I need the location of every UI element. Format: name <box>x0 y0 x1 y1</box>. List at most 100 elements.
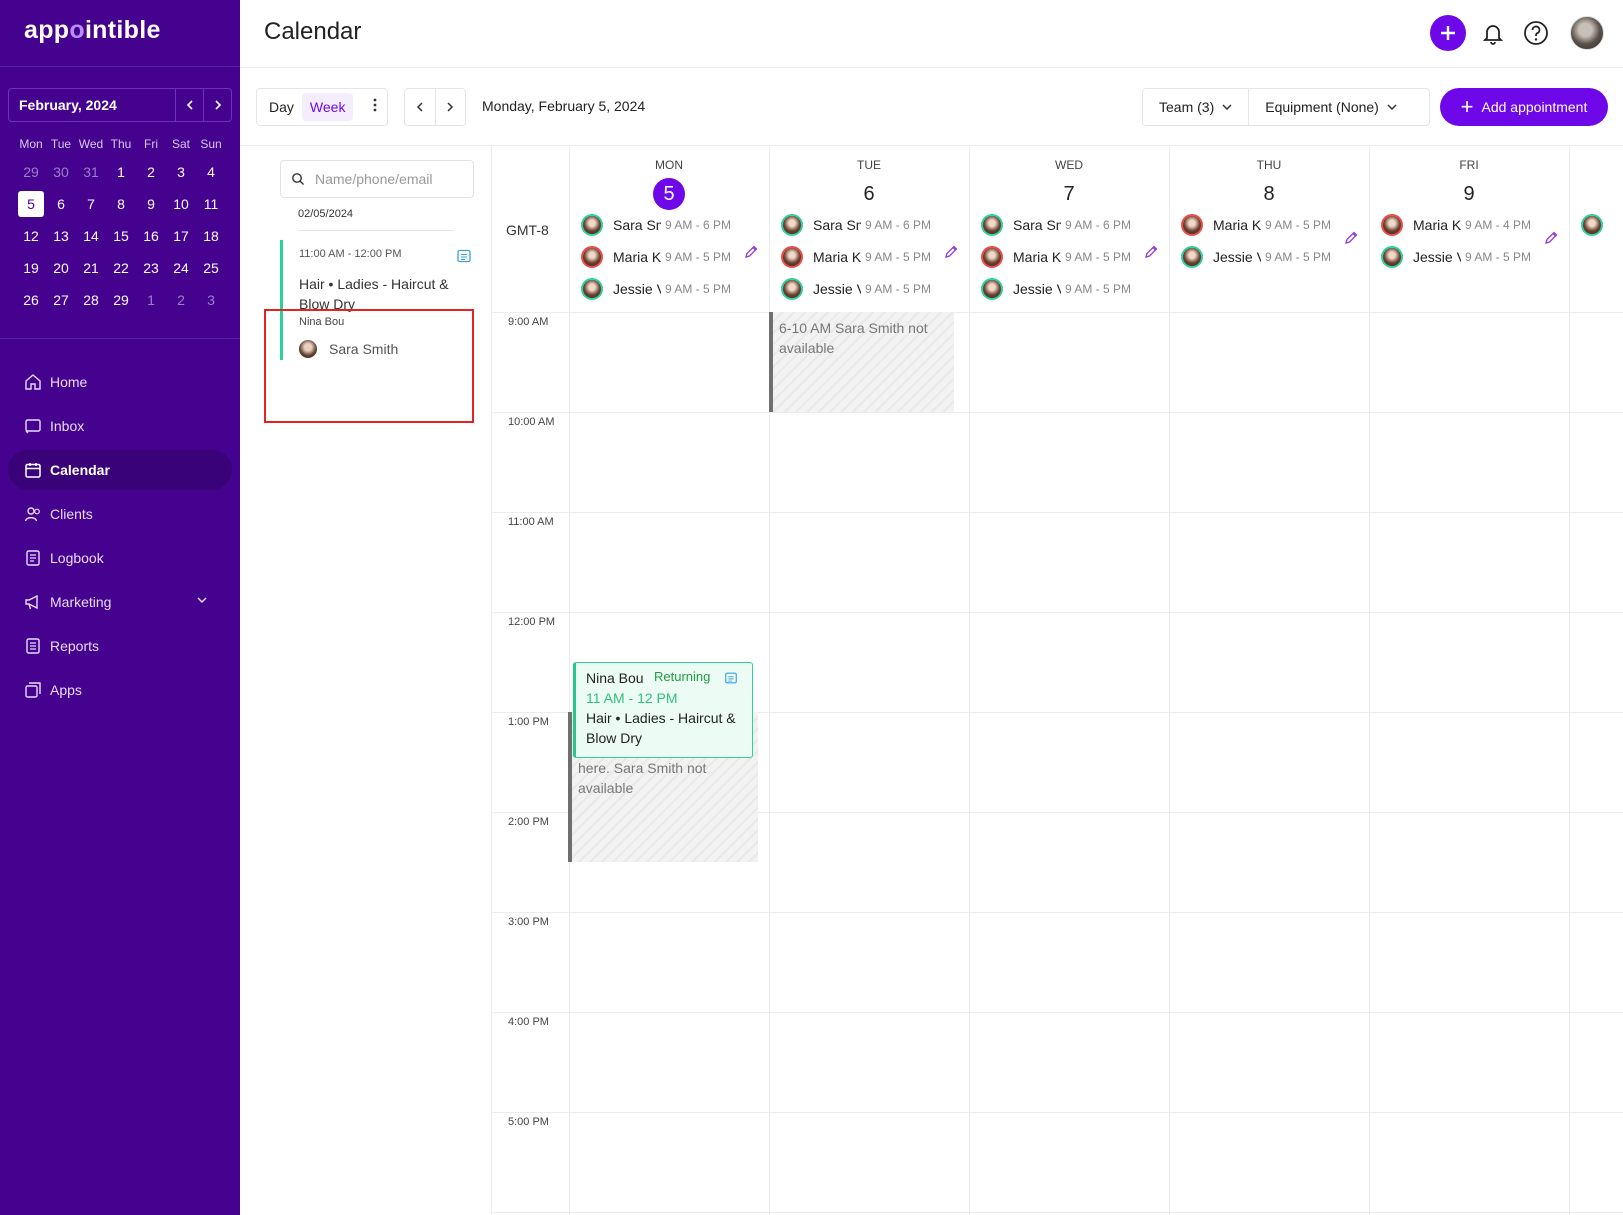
mini-calendar-month[interactable]: February, 2024 <box>19 97 117 113</box>
mini-calendar-day[interactable]: 29 <box>106 292 136 308</box>
view-day-button[interactable]: Day <box>261 93 302 121</box>
user-avatar[interactable] <box>1570 16 1604 50</box>
mini-calendar-day[interactable]: 11 <box>196 196 226 212</box>
appointment-card[interactable]: 11:00 AM - 12:00 PM Hair • Ladies - Hair… <box>280 240 476 360</box>
mini-calendar-day[interactable]: 28 <box>76 292 106 308</box>
mini-calendar-day[interactable]: 2 <box>166 292 196 308</box>
calendar-toolbar: Day Week Monday, February 5, 2024 Team (… <box>240 68 1623 146</box>
staff-avatar <box>1181 214 1203 236</box>
mini-calendar-day[interactable]: 30 <box>46 164 76 180</box>
notifications-button[interactable] <box>1480 20 1506 46</box>
day-header-thu[interactable]: THU 8 <box>1169 146 1369 210</box>
equipment-filter-dropdown[interactable]: Equipment (None) <box>1248 89 1413 125</box>
mini-calendar-day[interactable]: 14 <box>76 228 106 244</box>
add-appointment-button[interactable]: + Add appointment <box>1440 88 1608 126</box>
staff-availability[interactable]: Jessie Vance 9 AM - 5 PM <box>1381 245 1531 269</box>
edit-hours-icon[interactable] <box>1543 230 1559 246</box>
next-date-button[interactable] <box>434 89 465 125</box>
mini-calendar-day[interactable]: 26 <box>16 292 46 308</box>
mini-calendar-day[interactable]: 2 <box>136 164 166 180</box>
mini-calendar-day[interactable]: 3 <box>166 164 196 180</box>
prev-date-button[interactable] <box>405 89 435 125</box>
day-name: FRI <box>1459 158 1479 172</box>
chevron-left-icon <box>416 102 423 112</box>
team-filter-dropdown[interactable]: Team (3) <box>1143 89 1248 125</box>
hour-divider <box>492 412 1623 413</box>
day-header-fri[interactable]: FRI 9 <box>1369 146 1569 210</box>
edit-hours-icon[interactable] <box>743 244 759 260</box>
staff-avatar <box>1381 214 1403 236</box>
appointment-time: 11:00 AM - 12:00 PM <box>299 248 402 260</box>
staff-availability[interactable]: Jessie Vance 9 AM - 5 PM <box>781 277 931 301</box>
mini-calendar-day[interactable]: 25 <box>196 260 226 276</box>
mini-calendar-day[interactable]: 20 <box>46 260 76 276</box>
staff-availability[interactable] <box>1581 213 1613 237</box>
mini-calendar-day[interactable]: 7 <box>76 196 106 212</box>
mini-calendar-day[interactable]: 21 <box>76 260 106 276</box>
staff-availability[interactable]: Jessie Vance 9 AM - 5 PM <box>581 277 731 301</box>
staff-availability[interactable]: Sara Smith 9 AM - 6 PM <box>981 213 1131 237</box>
mini-calendar-day[interactable]: 1 <box>136 292 166 308</box>
mini-calendar-day[interactable]: 1 <box>106 164 136 180</box>
mini-calendar-day[interactable]: 5 <box>18 191 44 217</box>
mini-calendar-day[interactable]: 23 <box>136 260 166 276</box>
staff-availability[interactable]: Maria Kim 9 AM - 5 PM <box>981 245 1131 269</box>
more-options-button[interactable] <box>373 98 377 117</box>
mini-calendar-day[interactable]: 27 <box>46 292 76 308</box>
mini-calendar-day[interactable]: 15 <box>106 228 136 244</box>
staff-availability[interactable]: Jessie Vance 9 AM - 5 PM <box>981 277 1131 301</box>
nav-item-logbook[interactable]: Logbook <box>8 538 232 578</box>
nav-item-label: Calendar <box>50 462 110 478</box>
logo[interactable]: appointible <box>24 16 161 45</box>
nav-item-apps[interactable]: Apps <box>8 670 232 710</box>
search-input[interactable] <box>315 171 445 187</box>
unavailable-block[interactable]: 6-10 AM Sara Smith not available <box>769 312 954 412</box>
mini-calendar-day[interactable]: 18 <box>196 228 226 244</box>
mini-calendar-day[interactable]: 12 <box>16 228 46 244</box>
mini-calendar-day[interactable]: 10 <box>166 196 196 212</box>
mini-calendar-day[interactable]: 8 <box>106 196 136 212</box>
mini-calendar-day[interactable]: 9 <box>136 196 166 212</box>
mini-calendar-day[interactable]: 13 <box>46 228 76 244</box>
nav-item-label: Marketing <box>50 594 112 610</box>
mini-calendar-day[interactable]: 6 <box>46 196 76 212</box>
mini-calendar-day[interactable]: 24 <box>166 260 196 276</box>
mini-calendar-day[interactable]: 22 <box>106 260 136 276</box>
mini-calendar-day[interactable]: 31 <box>76 164 106 180</box>
staff-availability[interactable]: Maria Kim 9 AM - 4 PM <box>1381 213 1531 237</box>
mini-calendar-day[interactable]: 16 <box>136 228 166 244</box>
nav-item-calendar[interactable]: Calendar <box>8 450 232 490</box>
nav-item-inbox[interactable]: Inbox <box>8 406 232 446</box>
day-header-mon[interactable]: MON 5 <box>569 146 769 210</box>
edit-hours-icon[interactable] <box>1143 244 1159 260</box>
staff-availability[interactable]: Maria Kim 9 AM - 5 PM <box>581 245 731 269</box>
mini-calendar-day[interactable]: 19 <box>16 260 46 276</box>
chevron-down-icon[interactable] <box>196 594 208 606</box>
staff-name: Maria Kim <box>1213 217 1261 233</box>
staff-availability[interactable]: Sara Smith 9 AM - 6 PM <box>581 213 731 237</box>
nav-item-home[interactable]: Home <box>8 362 232 402</box>
help-button[interactable] <box>1522 19 1550 47</box>
nav-item-clients[interactable]: Clients <box>8 494 232 534</box>
mini-calendar-day[interactable]: 29 <box>16 164 46 180</box>
mini-calendar-day[interactable]: 17 <box>166 228 196 244</box>
edit-hours-icon[interactable] <box>943 244 959 260</box>
staff-availability[interactable]: Maria Kim 9 AM - 5 PM <box>1181 213 1331 237</box>
day-header-wed[interactable]: WED 7 <box>969 146 1169 210</box>
mini-calendar-day[interactable]: 4 <box>196 164 226 180</box>
view-toggle: Day Week <box>256 88 388 126</box>
mini-calendar-prev-button[interactable] <box>175 89 203 121</box>
view-week-button[interactable]: Week <box>301 93 354 121</box>
mini-calendar-day[interactable]: 3 <box>196 292 226 308</box>
edit-hours-icon[interactable] <box>1343 230 1359 246</box>
quick-add-button[interactable] <box>1430 15 1466 51</box>
mini-calendar-grid: Mon Tue Wed Thu Fri Sat Sun 29 30 31 1 2 3 4 5 6 7 8 9 10 11… <box>16 132 226 316</box>
staff-availability[interactable]: Sara Smith 9 AM - 6 PM <box>781 213 931 237</box>
day-header-tue[interactable]: TUE 6 <box>769 146 969 210</box>
mini-calendar-next-button[interactable] <box>203 89 231 121</box>
staff-availability[interactable]: Jessie Vance 9 AM - 5 PM <box>1181 245 1331 269</box>
nav-item-reports[interactable]: Reports <box>8 626 232 666</box>
appointment-event[interactable]: Nina Bou Returning 11 AM - 12 PM Hair • … <box>573 662 753 758</box>
nav-item-marketing[interactable]: Marketing <box>8 582 232 622</box>
staff-availability[interactable]: Maria Kim 9 AM - 5 PM <box>781 245 931 269</box>
